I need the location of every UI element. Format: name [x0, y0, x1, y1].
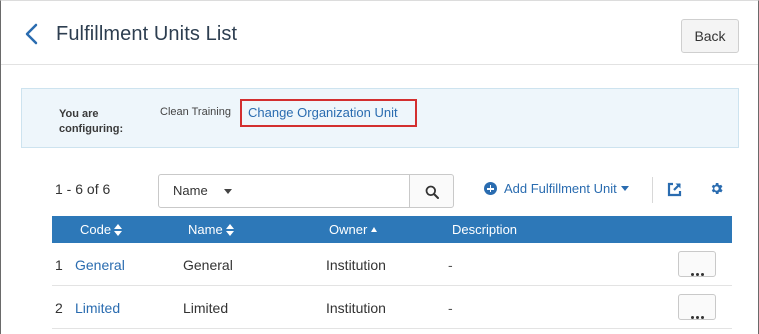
sort-icon [225, 224, 234, 236]
toolbar-divider [652, 177, 653, 203]
result-count: 1 - 6 of 6 [55, 181, 111, 197]
search-input[interactable] [244, 174, 410, 208]
sort-icon [114, 224, 123, 236]
owner-cell: Institution [326, 300, 386, 316]
more-options-icon [691, 263, 706, 279]
owner-cell: Institution [326, 257, 386, 273]
column-header-label: Code [80, 222, 112, 237]
caret-down-icon [224, 189, 232, 194]
change-organization-link[interactable]: Change Organization Unit [240, 99, 417, 127]
back-button[interactable]: Back [681, 19, 739, 53]
row-number: 2 [55, 300, 63, 316]
caret-down-icon [620, 186, 629, 191]
description-cell: - [448, 257, 453, 273]
code-link[interactable]: General [75, 257, 125, 273]
export-icon[interactable] [667, 182, 682, 197]
page-title: Fulfillment Units List [56, 23, 238, 45]
chevron-left-icon[interactable] [21, 21, 43, 47]
search-field-select[interactable]: Name [158, 174, 245, 208]
column-header-description: Description [452, 222, 517, 237]
configuring-label: You are configuring: [59, 108, 124, 135]
page: Fulfillment Units List Back You are conf… [0, 0, 759, 334]
add-circle-icon [484, 182, 497, 195]
fulfillment-units-table: Code Name Owner Description 1 General Ge… [52, 216, 732, 329]
add-fulfillment-unit-label: Add Fulfillment Unit [504, 181, 617, 196]
table-row: 2 Limited Limited Institution - [52, 286, 732, 329]
row-number: 1 [55, 257, 63, 273]
name-cell: General [183, 257, 233, 273]
column-header-label: Description [452, 222, 518, 237]
column-header-label: Name [188, 222, 223, 237]
column-header-name[interactable]: Name [188, 222, 234, 237]
gear-icon[interactable] [709, 181, 724, 196]
search-field-selected: Name [173, 183, 208, 198]
column-header-label: Owner [329, 222, 368, 237]
table-row: 1 General General Institution - [52, 243, 732, 286]
configuring-panel: You are configuring: Clean Training Chan… [21, 88, 739, 148]
column-header-owner[interactable]: Owner [329, 222, 378, 237]
more-options-icon [691, 306, 706, 322]
row-actions-button[interactable] [678, 294, 716, 320]
page-header: Fulfillment Units List Back [1, 1, 758, 65]
add-fulfillment-unit-button[interactable]: Add Fulfillment Unit [484, 181, 629, 196]
code-link[interactable]: Limited [75, 300, 120, 316]
column-header-code[interactable]: Code [80, 222, 123, 237]
organization-name: Clean Training [160, 106, 231, 118]
search-icon [425, 185, 439, 199]
search-group: Name [158, 174, 454, 208]
search-button[interactable] [409, 174, 454, 208]
description-cell: - [448, 300, 453, 316]
sort-ascending-icon [371, 227, 378, 232]
row-actions-button[interactable] [678, 251, 716, 277]
name-cell: Limited [183, 300, 229, 316]
table-header: Code Name Owner Description [52, 216, 732, 243]
